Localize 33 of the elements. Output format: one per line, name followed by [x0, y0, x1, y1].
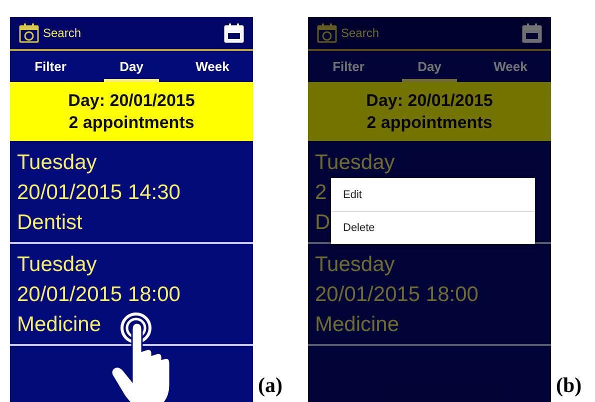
appointment-day: Tuesday [315, 250, 395, 280]
calendar-button[interactable] [223, 22, 245, 44]
appointment-count: 2 appointments [68, 112, 194, 134]
search-button[interactable]: Search [18, 22, 82, 44]
tab[interactable]: Week [172, 51, 253, 82]
appointment-title: Medicine [315, 312, 400, 338]
search-calendar-icon [316, 22, 338, 44]
appointment-datetime: 20/01/2015 18:00 [315, 282, 478, 308]
appointment-day: Tuesday [17, 148, 97, 178]
search-calendar-icon [18, 22, 40, 44]
banner-title: Day: 20/01/2015 [366, 90, 493, 112]
appointment-datetime: 20/01/2015 14:30 [17, 180, 180, 206]
banner-title: Day: 20/01/2015 [68, 90, 195, 112]
search-button[interactable]: Search [316, 22, 380, 44]
appointment-title: Dentist [17, 210, 82, 236]
tab[interactable]: Day [91, 51, 172, 82]
menu-item[interactable]: Delete [331, 211, 535, 244]
appointment-count: 2 appointments [366, 112, 492, 134]
calendar-icon [223, 22, 245, 44]
appointment-title: D [315, 210, 330, 236]
appointment-datetime: 20/01/2015 18:00 [17, 282, 180, 308]
calendar-icon [521, 22, 543, 44]
menu-item[interactable]: Edit [331, 178, 535, 211]
appointment-datetime: 2 [315, 180, 327, 206]
tab[interactable]: Day [389, 51, 470, 82]
tab[interactable]: Filter [10, 51, 91, 82]
tab[interactable]: Filter [308, 51, 389, 82]
appointment-day: Tuesday [17, 250, 97, 280]
tab[interactable]: Week [470, 51, 551, 82]
appointment-title: Medicine [17, 312, 102, 338]
appointment-day: Tuesday [315, 148, 395, 178]
panel-label: (b) [556, 373, 583, 398]
panel-label: (a) [258, 373, 284, 398]
